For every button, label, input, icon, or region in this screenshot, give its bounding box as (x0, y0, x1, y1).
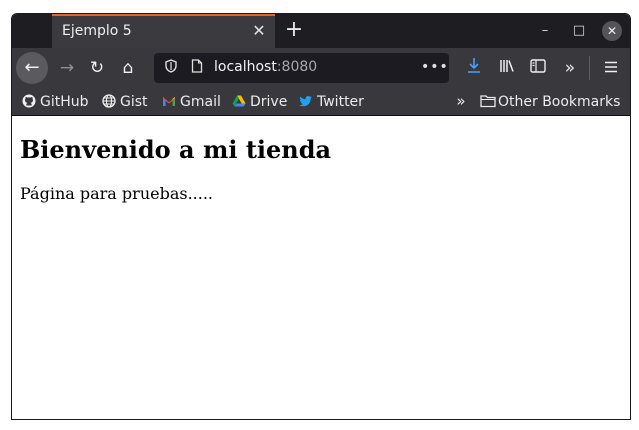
bookmark-gmail[interactable]: Gmail (162, 93, 221, 111)
navigation-toolbar: ← → ↻ ⌂ localhost:8080 ••• » (12, 48, 630, 88)
maximize-button[interactable]: □ (570, 22, 588, 40)
other-bookmarks-label: Other Bookmarks (498, 94, 621, 110)
tracking-shield-icon[interactable] (162, 59, 180, 77)
folder-icon (480, 94, 496, 108)
menu-icon[interactable] (597, 54, 625, 82)
sidebar-icon[interactable] (524, 54, 552, 82)
bookmark-label: Gmail (180, 94, 221, 110)
forward-button[interactable]: → (53, 54, 81, 82)
tab-title: Ejemplo 5 (62, 23, 132, 39)
url-host: localhost (214, 59, 277, 75)
page-heading: Bienvenido a mi tienda (20, 135, 332, 164)
bookmark-label: Gist (120, 94, 148, 110)
bookmark-github[interactable]: GitHub (22, 93, 89, 111)
minimize-button[interactable]: – (536, 22, 554, 40)
other-bookmarks[interactable]: Other Bookmarks (480, 93, 620, 111)
toolbar-divider (589, 56, 590, 80)
globe-icon (102, 94, 116, 108)
bookmark-drive[interactable]: Drive (232, 93, 287, 111)
library-icon[interactable] (493, 54, 521, 82)
reload-button[interactable]: ↻ (83, 54, 111, 82)
page-info-icon[interactable] (188, 59, 206, 77)
toolbar-overflow-icon[interactable]: » (556, 54, 584, 82)
url-bar[interactable]: localhost:8080 ••• (154, 53, 449, 83)
tab-ejemplo-5[interactable]: Ejemplo 5 ✕ (52, 14, 275, 48)
browser-window: Ejemplo 5 ✕ + – □ ✕ ← → ↻ ⌂ localhost:80… (11, 13, 631, 420)
home-button[interactable]: ⌂ (114, 54, 142, 82)
github-icon (22, 94, 36, 108)
back-button[interactable]: ← (16, 52, 48, 84)
bookmark-label: Twitter (317, 94, 364, 110)
url-port: :8080 (276, 59, 318, 75)
new-tab-button[interactable]: + (282, 18, 306, 42)
bookmark-gist[interactable]: Gist (102, 93, 148, 111)
bookmarks-overflow-icon[interactable]: » (452, 92, 470, 110)
bookmark-label: Drive (250, 94, 288, 110)
page-paragraph: Página para pruebas..... (20, 184, 214, 203)
bookmark-label: GitHub (40, 94, 89, 110)
drive-icon (232, 94, 246, 108)
page-content: Bienvenido a mi tienda Página para prueb… (12, 116, 630, 419)
twitter-icon (299, 94, 313, 108)
url-text[interactable]: localhost:8080 (214, 59, 317, 75)
bookmarks-toolbar: GitHub Gist Gmail Drive Twitter » Other … (12, 88, 630, 116)
window-close-button[interactable]: ✕ (602, 21, 622, 41)
gmail-icon (162, 94, 176, 108)
tab-close-icon[interactable]: ✕ (249, 21, 269, 41)
page-actions-icon[interactable]: ••• (421, 58, 448, 76)
bookmark-twitter[interactable]: Twitter (299, 93, 364, 111)
tab-strip: Ejemplo 5 ✕ + – □ ✕ (12, 14, 630, 48)
download-icon[interactable] (460, 54, 488, 82)
